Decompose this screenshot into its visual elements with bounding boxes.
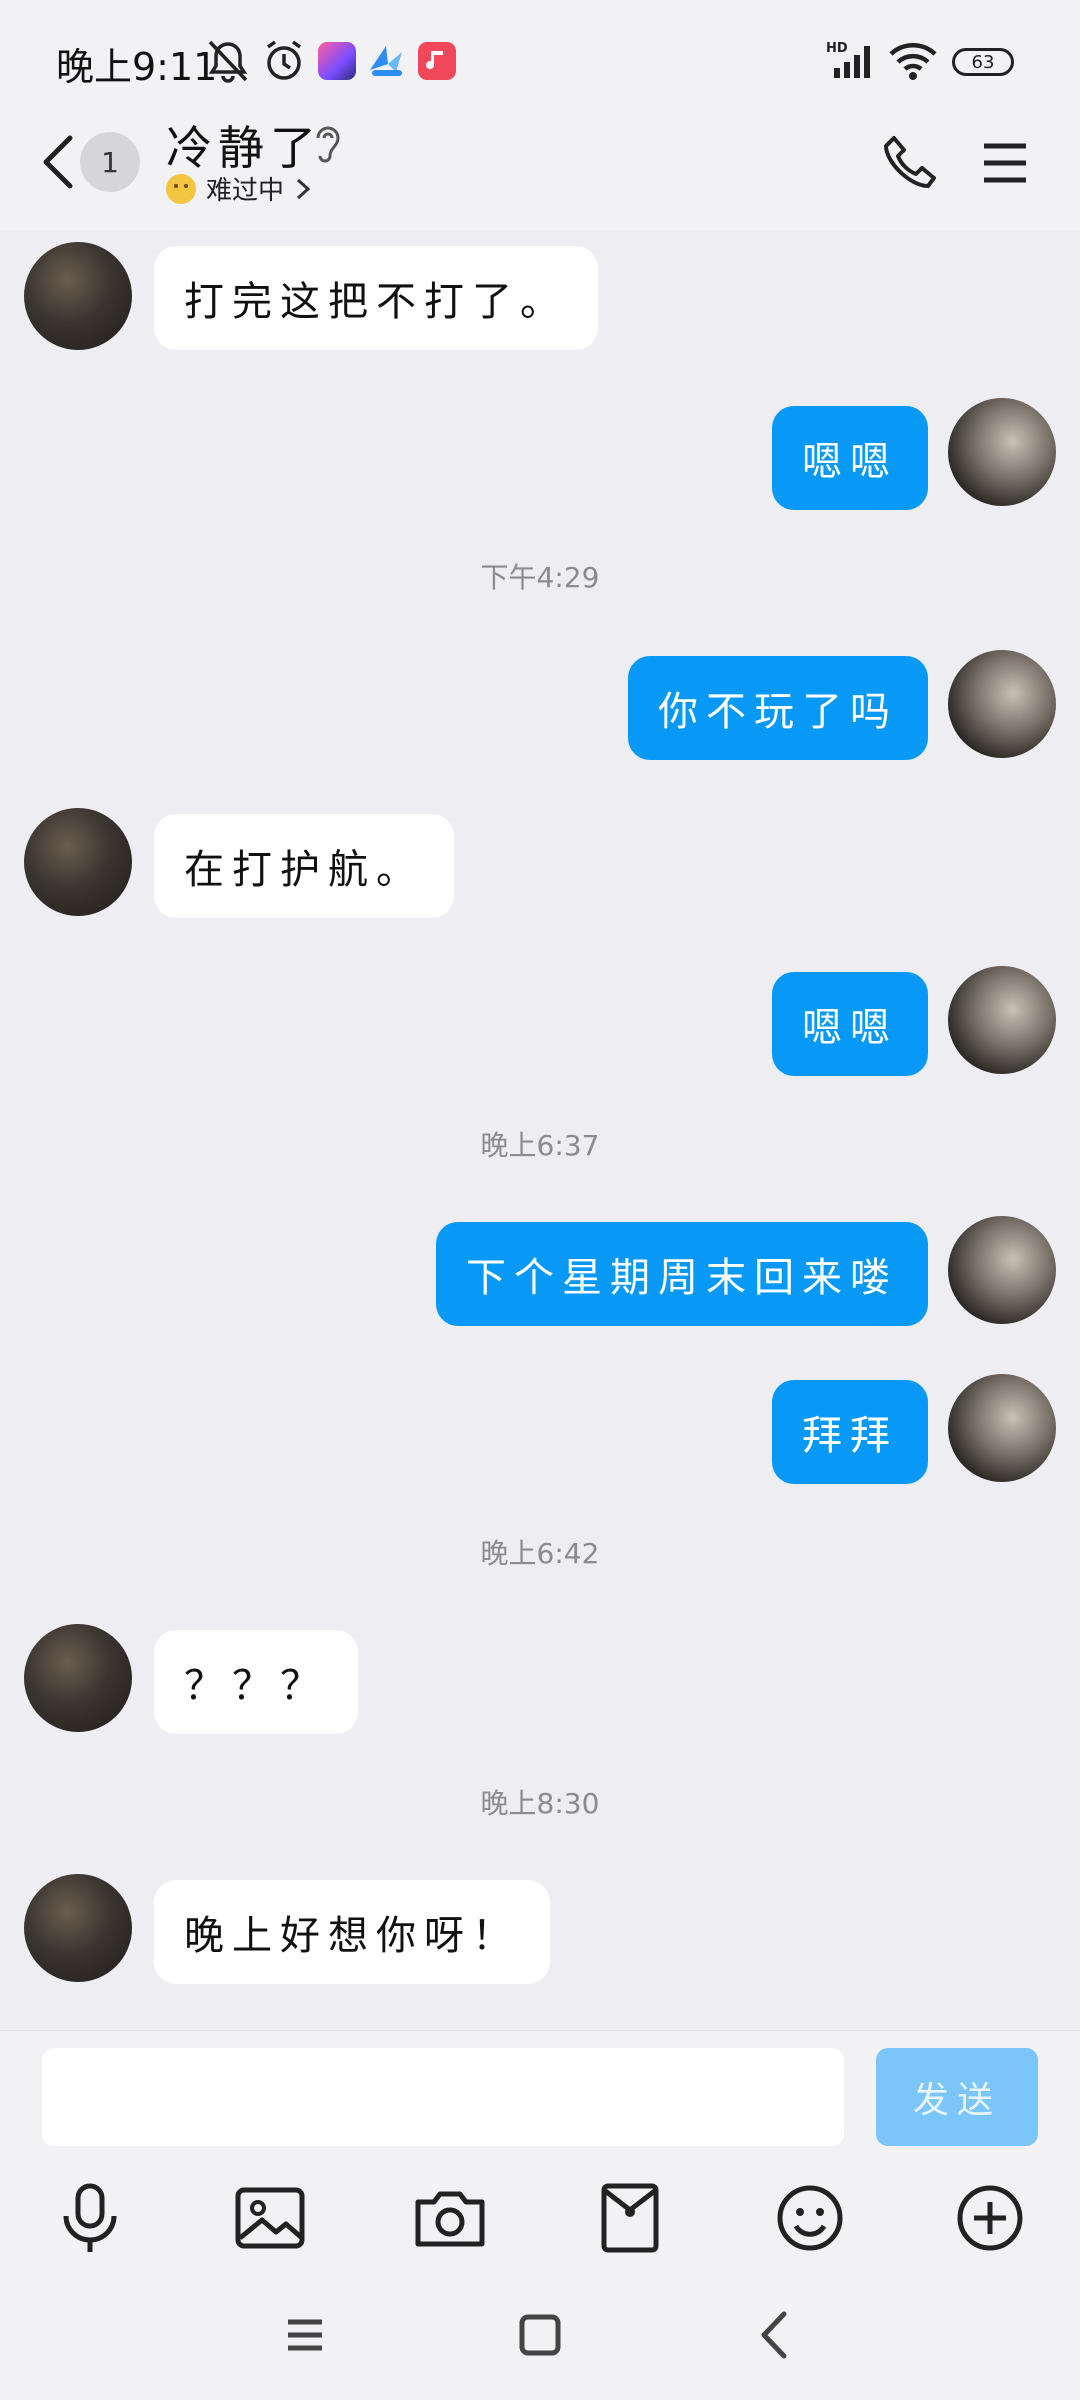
message-bubble-outgoing[interactable]: 嗯嗯 [772, 972, 928, 1076]
message-bubble-outgoing[interactable]: 下个星期周末回来喽 [436, 1222, 928, 1326]
send-button[interactable]: 发送 [876, 2048, 1038, 2146]
message-timestamp: 晚上6:37 [480, 1129, 600, 1162]
self-avatar[interactable] [948, 398, 1056, 506]
friend-avatar[interactable] [24, 1874, 132, 1982]
contact-name[interactable]: 冷静了 [166, 112, 322, 178]
menu-icon[interactable] [980, 138, 1030, 188]
battery-level: 63 [971, 51, 995, 73]
unread-count-badge[interactable]: 1 [80, 132, 140, 192]
message-bubble-outgoing[interactable]: 拜拜 [772, 1380, 928, 1484]
contact-status[interactable]: 难过中 [166, 170, 312, 207]
red-packet-icon[interactable] [590, 2178, 670, 2258]
message-timestamp: 晚上6:42 [480, 1537, 600, 1570]
self-avatar[interactable] [948, 1216, 1056, 1324]
friend-avatar[interactable] [24, 242, 132, 350]
back-arrow-icon[interactable] [38, 132, 78, 192]
nav-home-icon[interactable] [505, 2300, 575, 2370]
nav-menu-icon[interactable] [270, 2300, 340, 2370]
image-icon[interactable] [230, 2178, 310, 2258]
signal-hd-icon: HD [826, 41, 870, 78]
message-bubble-incoming[interactable]: 在打护航。 [154, 814, 454, 918]
self-avatar[interactable] [948, 650, 1056, 758]
battery-icon: 63 [952, 48, 1014, 76]
self-avatar[interactable] [948, 1374, 1056, 1482]
contact-status-text: 难过中 [206, 176, 285, 206]
emoji-icon[interactable] [770, 2178, 850, 2258]
message-input[interactable] [42, 2048, 844, 2146]
camera-icon[interactable] [410, 2178, 490, 2258]
message-timestamp: 下午4:29 [480, 561, 600, 594]
message-bubble-incoming[interactable]: 打完这把不打了。 [154, 246, 598, 350]
message-bubble-outgoing[interactable]: 你不玩了吗 [628, 656, 928, 760]
music-app-icon [418, 42, 456, 80]
chevron-right-icon [297, 178, 311, 199]
message-bubble-incoming[interactable]: 晚上好想你呀！ [154, 1880, 550, 1984]
alarm-icon [266, 40, 302, 80]
plus-icon[interactable] [950, 2178, 1030, 2258]
app-notification-icon [370, 46, 402, 76]
message-bubble-incoming[interactable]: ？？？ [154, 1630, 358, 1734]
earpiece-mode-icon [316, 126, 340, 163]
status-time: 晚上9:11 [56, 45, 218, 89]
svg-text:HD: HD [826, 41, 848, 56]
self-avatar[interactable] [948, 966, 1056, 1074]
message-bubble-outgoing[interactable]: 嗯嗯 [772, 406, 928, 510]
friend-avatar[interactable] [24, 1624, 132, 1732]
phone-call-icon[interactable] [880, 132, 940, 192]
microphone-icon[interactable] [50, 2178, 130, 2258]
mute-icon [208, 40, 248, 83]
game-app-icon [318, 42, 356, 80]
message-timestamp: 晚上8:30 [480, 1787, 600, 1820]
friend-avatar[interactable] [24, 808, 132, 916]
nav-back-icon[interactable] [740, 2300, 810, 2370]
wifi-icon [889, 43, 937, 80]
sad-face-icon [166, 173, 196, 204]
